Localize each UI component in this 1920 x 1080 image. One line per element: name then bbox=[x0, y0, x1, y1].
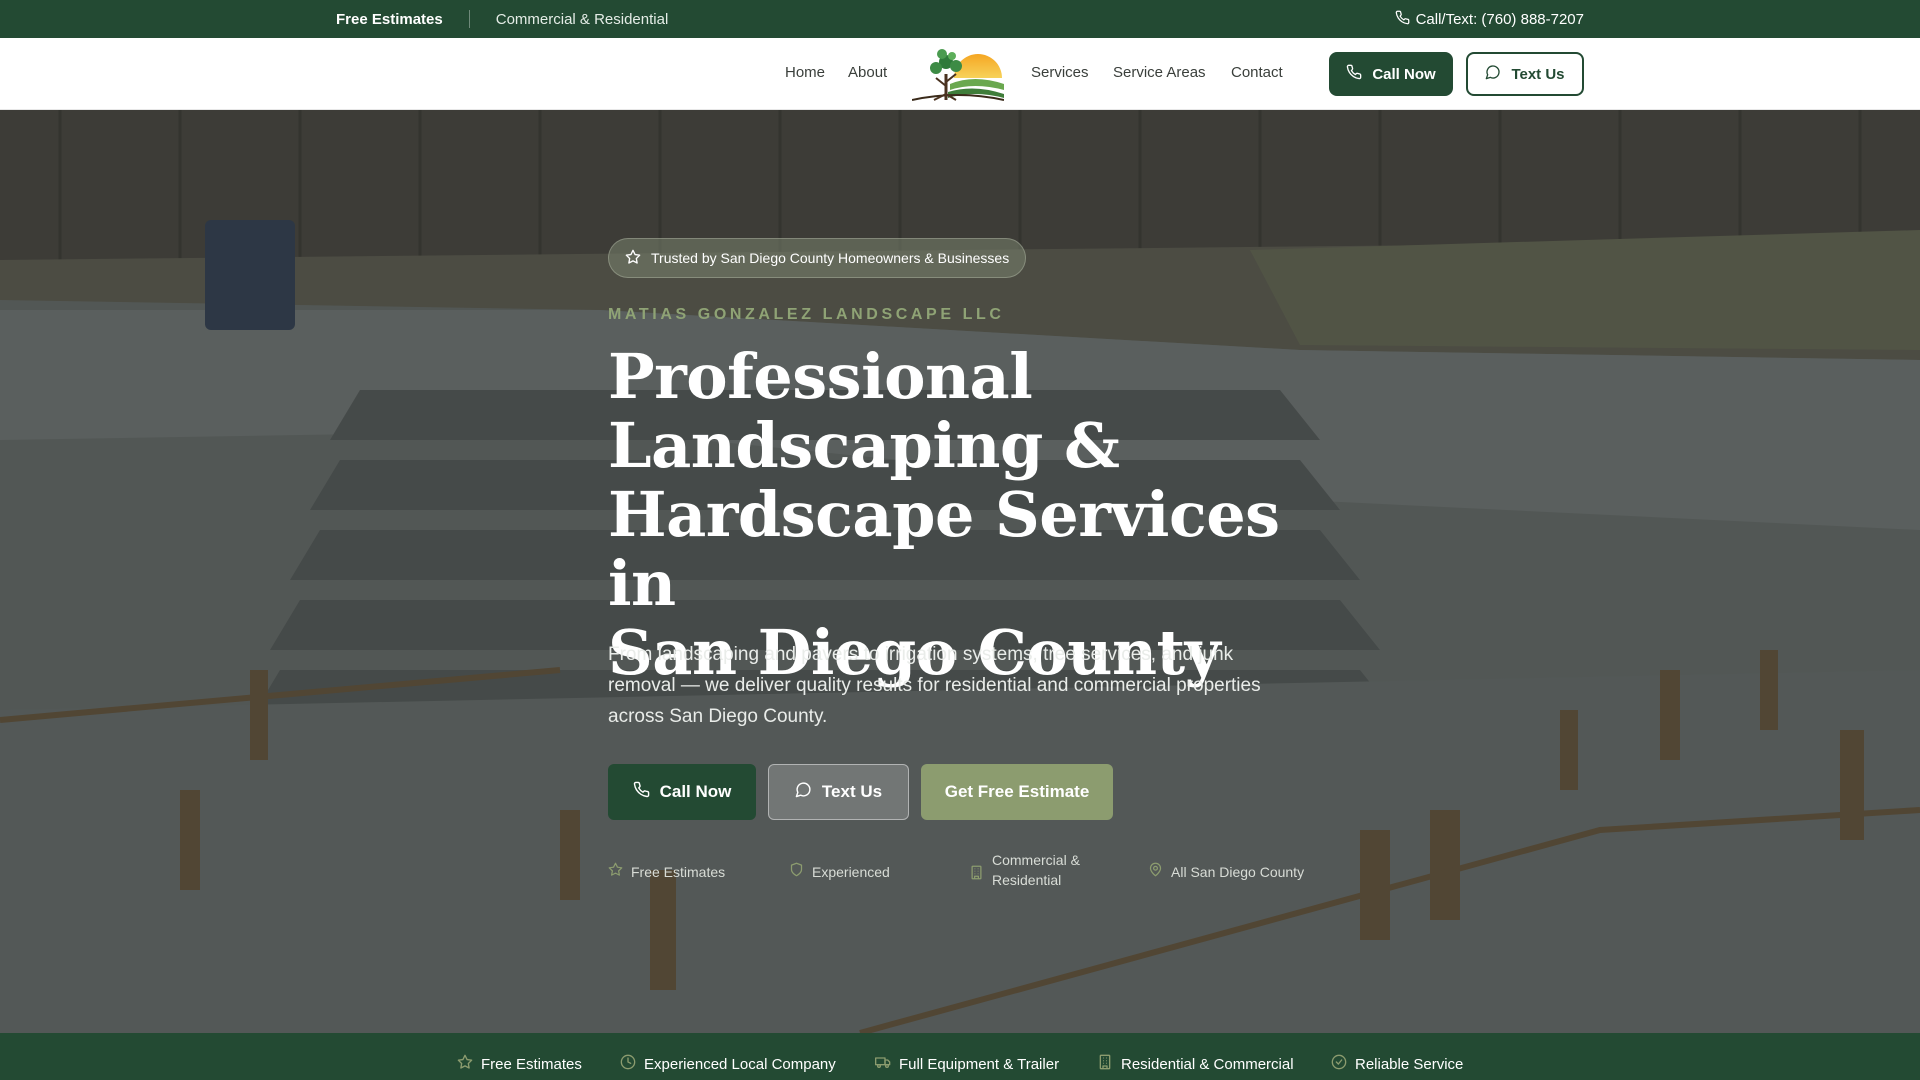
star-icon bbox=[608, 862, 623, 882]
nav-contact[interactable]: Contact bbox=[1231, 64, 1283, 81]
bottom-item-label: Reliable Service bbox=[1355, 1055, 1464, 1073]
bottom-item-equipment: Full Equipment & Trailer bbox=[875, 1054, 1059, 1074]
nav-service-areas[interactable]: Service Areas bbox=[1113, 64, 1206, 81]
feature-label: Experienced bbox=[812, 864, 890, 880]
bottom-item-experienced: Experienced Local Company bbox=[620, 1054, 836, 1074]
bottom-item-label: Free Estimates bbox=[481, 1055, 582, 1073]
feature-experienced: Experienced bbox=[789, 862, 890, 882]
feature-label: Free Estimates bbox=[631, 864, 726, 880]
hero-text-us-button[interactable]: Text Us bbox=[768, 764, 909, 820]
star-icon bbox=[457, 1054, 473, 1074]
headline-line: Hardscape Services in bbox=[608, 478, 1280, 620]
bottom-item-residential-commercial: Residential & Commercial bbox=[1097, 1054, 1294, 1074]
bottom-item-free-estimates: Free Estimates bbox=[457, 1054, 582, 1074]
message-icon bbox=[795, 781, 812, 803]
headline-line: Landscaping & bbox=[608, 409, 1120, 482]
building-icon bbox=[1097, 1054, 1113, 1074]
headline-line: Professional bbox=[608, 340, 1033, 413]
bottom-item-label: Experienced Local Company bbox=[644, 1055, 836, 1073]
header-call-now-button[interactable]: Call Now bbox=[1329, 52, 1453, 96]
nav-home[interactable]: Home bbox=[785, 64, 825, 81]
bottom-item-reliable: Reliable Service bbox=[1331, 1054, 1463, 1074]
bottom-item-label: Full Equipment & Trailer bbox=[899, 1055, 1060, 1073]
nav-services[interactable]: Services bbox=[1031, 64, 1089, 81]
trust-badge: Trusted by San Diego County Homeowners &… bbox=[608, 238, 1027, 278]
company-logo[interactable] bbox=[911, 44, 1005, 104]
hero-section: Trusted by San Diego County Homeowners &… bbox=[0, 110, 1920, 1033]
map-pin-icon bbox=[1148, 862, 1163, 882]
main-header: Home About Services Service Areas Contac… bbox=[0, 38, 1920, 110]
building-icon bbox=[969, 865, 984, 885]
feature-commercial-residential: Commercial & Residential bbox=[969, 852, 1080, 890]
phone-icon bbox=[633, 781, 650, 803]
feature-all-san-diego: All San Diego County bbox=[1148, 862, 1304, 882]
message-icon bbox=[1485, 64, 1501, 84]
feature-label: All San Diego County bbox=[1171, 864, 1305, 880]
top-bar-left: Free Estimates Commercial & Residential bbox=[336, 10, 668, 28]
top-bar-commercial-residential: Commercial & Residential bbox=[495, 10, 669, 28]
hero-call-now-button[interactable]: Call Now bbox=[608, 764, 756, 820]
get-free-estimate-button[interactable]: Get Free Estimate bbox=[921, 764, 1113, 820]
nav-about[interactable]: About bbox=[848, 64, 887, 81]
top-bar-phone-link[interactable]: Call/Text: (760) 888-7207 bbox=[1395, 10, 1584, 29]
feature-label: Commercial & Residential bbox=[992, 852, 1080, 888]
header-text-us-button[interactable]: Text Us bbox=[1466, 52, 1584, 96]
bottom-item-label: Residential & Commercial bbox=[1121, 1055, 1294, 1073]
top-bar: Free Estimates Commercial & Residential … bbox=[0, 0, 1920, 38]
logo-icon bbox=[911, 49, 1005, 101]
header-text-us-label: Text Us bbox=[1511, 65, 1565, 83]
header-call-now-label: Call Now bbox=[1372, 65, 1436, 83]
get-free-estimate-label: Get Free Estimate bbox=[944, 782, 1090, 801]
hero-subtext: From landscaping and pavers to irrigatio… bbox=[608, 644, 1261, 727]
check-circle-icon bbox=[1331, 1054, 1347, 1074]
top-bar-free-estimates: Free Estimates bbox=[336, 10, 443, 28]
top-bar-divider bbox=[468, 10, 470, 28]
phone-icon bbox=[1395, 10, 1410, 29]
shield-icon bbox=[789, 862, 804, 882]
clock-icon bbox=[620, 1054, 636, 1074]
hero-text-us-label: Text Us bbox=[821, 782, 883, 801]
hero-headline: Professional Landscaping & Hardscape Ser… bbox=[608, 342, 1308, 687]
hero-call-now-label: Call Now bbox=[659, 782, 732, 801]
star-icon bbox=[625, 249, 641, 268]
trust-badge-text: Trusted by San Diego County Homeowners &… bbox=[651, 250, 1010, 266]
bottom-feature-bar: Free Estimates Experienced Local Company… bbox=[0, 1033, 1920, 1080]
company-name: MATIAS GONZALEZ LANDSCAPE LLC bbox=[608, 306, 1005, 323]
feature-free-estimates: Free Estimates bbox=[608, 862, 725, 882]
truck-icon bbox=[875, 1054, 891, 1074]
top-bar-phone-text: Call/Text: (760) 888-7207 bbox=[1415, 11, 1584, 28]
phone-icon bbox=[1346, 64, 1362, 84]
